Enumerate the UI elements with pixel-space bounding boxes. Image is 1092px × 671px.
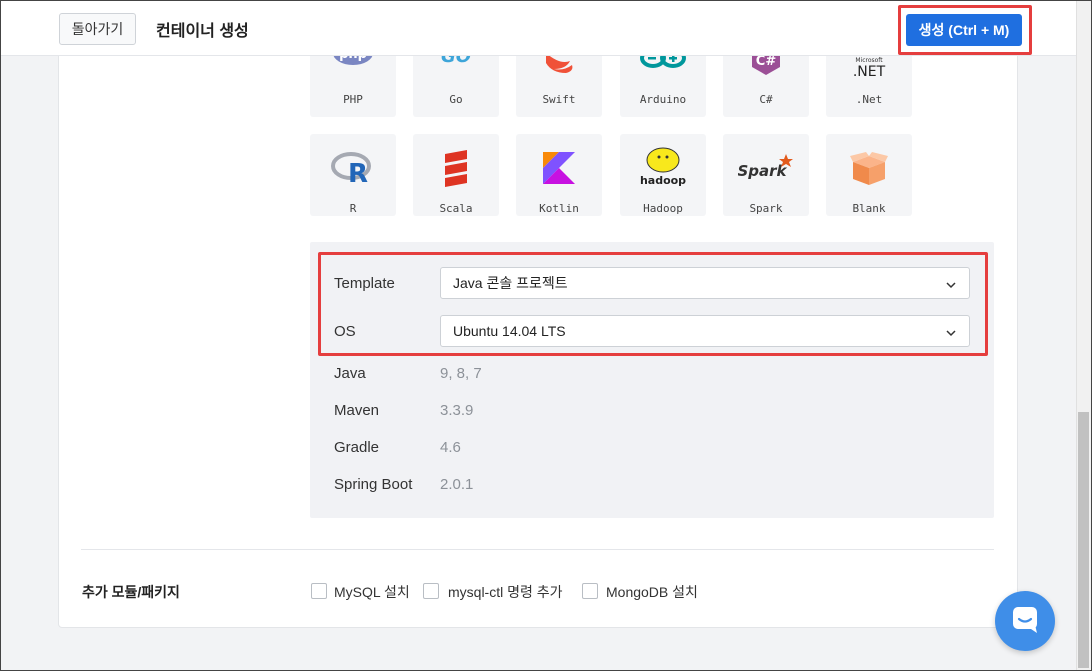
tile-label: Blank bbox=[852, 202, 886, 215]
version-name: Spring Boot bbox=[334, 476, 413, 493]
lang-tile-blank[interactable]: Blank bbox=[826, 134, 912, 216]
version-value: 2.0.1 bbox=[440, 476, 474, 493]
tile-label: Swift bbox=[542, 93, 576, 106]
mysql-ctl-checkbox-label[interactable]: mysql-ctl 명령 추가 bbox=[448, 582, 563, 602]
mysql-ctl-checkbox[interactable] bbox=[423, 583, 439, 599]
mysql-checkbox-label[interactable]: MySQL 설치 bbox=[334, 582, 410, 602]
svg-text:Spark: Spark bbox=[738, 162, 788, 180]
tile-label: Kotlin bbox=[539, 202, 579, 215]
kotlin-icon bbox=[516, 152, 602, 184]
tile-label: Hadoop bbox=[643, 202, 683, 215]
r-icon: R bbox=[310, 150, 396, 186]
scala-icon bbox=[413, 150, 499, 188]
scrollbar-thumb[interactable] bbox=[1078, 412, 1089, 668]
version-name: Gradle bbox=[334, 439, 380, 456]
lang-tile-scala[interactable]: Scala bbox=[413, 134, 499, 216]
addons-title: 추가 모듈/패키지 bbox=[82, 584, 180, 600]
tile-label: Spark bbox=[749, 202, 783, 215]
svg-text:C#: C# bbox=[756, 54, 777, 69]
mysql-checkbox[interactable] bbox=[311, 583, 327, 599]
svg-text:.NET: .NET bbox=[853, 64, 886, 79]
version-value: 4.6 bbox=[440, 439, 461, 456]
page-title: 컨테이너 생성 bbox=[156, 23, 249, 40]
version-name: Maven bbox=[334, 402, 380, 419]
tile-label: Arduino bbox=[639, 93, 687, 106]
tile-label: R bbox=[349, 202, 357, 215]
hadoop-icon: hadoop bbox=[620, 146, 706, 188]
spark-icon: Spark bbox=[723, 152, 809, 182]
tile-label: PHP bbox=[343, 93, 363, 106]
version-value: 9, 8, 7 bbox=[440, 365, 482, 382]
lang-tile-spark[interactable]: Spark Spark bbox=[723, 134, 809, 216]
highlight-box: 생성 (Ctrl + M) bbox=[898, 5, 1032, 55]
svg-text:hadoop: hadoop bbox=[640, 174, 686, 187]
version-value: 3.3.9 bbox=[440, 402, 474, 419]
tile-label: Go bbox=[449, 93, 463, 106]
tile-label: .Net bbox=[855, 93, 883, 106]
lang-tile-kotlin[interactable]: Kotlin bbox=[516, 134, 602, 216]
dotnet-icon: Microsoft .NET bbox=[826, 55, 912, 79]
tile-label: C# bbox=[759, 93, 773, 106]
svg-text:R: R bbox=[348, 159, 368, 186]
lang-tile-hadoop[interactable]: hadoop Hadoop bbox=[620, 134, 706, 216]
back-button[interactable]: 돌아가기 bbox=[59, 13, 136, 45]
create-button[interactable]: 생성 (Ctrl + M) bbox=[906, 14, 1022, 46]
top-bar: 돌아가기 컨테이너 생성 생성 (Ctrl + M) bbox=[1, 1, 1076, 56]
chat-icon bbox=[1011, 605, 1039, 638]
section-divider bbox=[81, 549, 994, 550]
version-name: Java bbox=[334, 365, 366, 382]
tile-label: Scala bbox=[439, 202, 473, 215]
svg-text:Microsoft: Microsoft bbox=[855, 57, 883, 64]
mongodb-checkbox-label[interactable]: MongoDB 설치 bbox=[606, 582, 698, 602]
blank-box-icon bbox=[826, 152, 912, 186]
highlight-box bbox=[318, 252, 988, 356]
lang-tile-r[interactable]: R R bbox=[310, 134, 396, 216]
mongodb-checkbox[interactable] bbox=[582, 583, 598, 599]
chat-launcher-button[interactable] bbox=[995, 591, 1055, 651]
